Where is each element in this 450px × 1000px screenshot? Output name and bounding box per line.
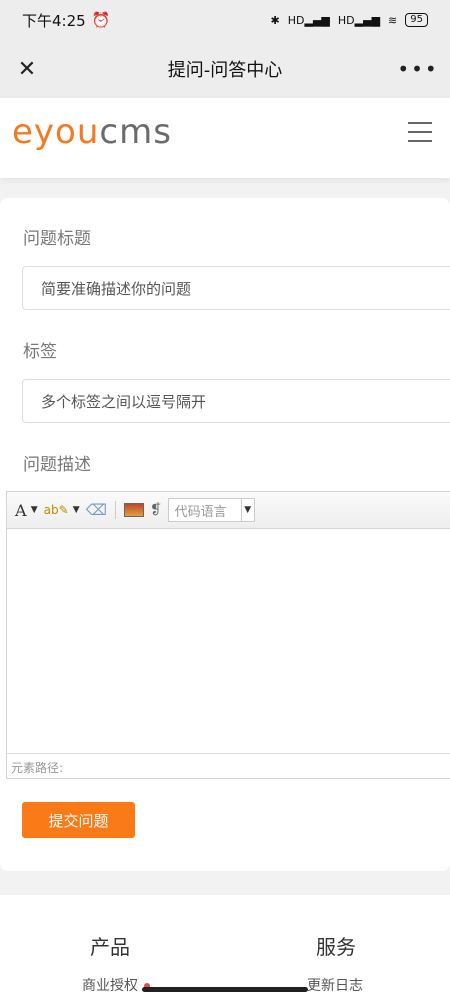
status-time: 下午4:25 <box>22 11 86 30</box>
font-color-button[interactable]: A ▼ <box>15 501 38 520</box>
page-title: 提问-问答中心 <box>167 60 283 81</box>
code-language-select[interactable]: 代码语言 ▼ <box>167 498 255 522</box>
wifi-icon: ≋ <box>388 13 398 27</box>
element-path-label: 元素路径: <box>11 760 64 775</box>
submit-question-button[interactable]: 提交问题 <box>22 802 135 838</box>
signal-icon: HD▂▄▆ <box>287 13 330 27</box>
description-label: 问题描述 <box>23 455 91 475</box>
rich-text-editor: A ▼ ab✎ ▼ ⌫ ❡ 代码语言 ▼ 元素路径: <box>6 491 450 779</box>
editor-toolbar: A ▼ ab✎ ▼ ⌫ ❡ 代码语言 ▼ <box>7 492 450 529</box>
logo-part-cms: cms <box>99 112 172 152</box>
site-header: eyoucms <box>0 98 450 178</box>
alarm-icon: ⏰ <box>91 11 111 29</box>
bluetooth-icon: ✱ <box>270 13 280 27</box>
chevron-down-icon: ▼ <box>240 499 254 521</box>
tags-label: 标签 <box>23 342 57 362</box>
highlight-button[interactable]: ab✎ ▼ <box>44 503 80 518</box>
logo[interactable]: eyoucms <box>12 112 172 152</box>
status-right: ✱ HD▂▄▆ HD▂▄▆ ≋ 95 <box>271 13 428 27</box>
title-bar: ✕ 提问-问答中心 ••• <box>0 40 450 98</box>
footer-link-changelog[interactable]: 更新日志 <box>307 975 363 995</box>
code-language-value: 代码语言 <box>174 504 227 520</box>
status-bar: 下午4:25 ⏰ ✱ HD▂▄▆ HD▂▄▆ ≋ 95 <box>0 0 450 40</box>
site-footer: 产品 商业授权 服务 更新日志 <box>0 895 450 1000</box>
footer-products-title: 产品 <box>90 935 130 959</box>
status-left: 下午4:25 ⏰ <box>22 10 110 31</box>
home-indicator <box>142 987 308 992</box>
title-label: 问题标题 <box>23 229 91 249</box>
menu-icon[interactable] <box>408 122 432 142</box>
eraser-icon[interactable]: ⌫ <box>86 501 107 519</box>
toolbar-separator <box>114 501 116 519</box>
editor-content-area[interactable] <box>7 529 450 753</box>
logo-part-eyou: eyou <box>12 112 100 152</box>
element-path-bar: 元素路径: <box>7 753 450 780</box>
tags-input[interactable]: 多个标签之间以逗号隔开 <box>22 379 450 423</box>
close-icon[interactable]: ✕ <box>12 54 42 84</box>
footer-services-title: 服务 <box>316 935 356 959</box>
signal-icon-2: HD▂▄▆ <box>337 13 381 27</box>
image-icon[interactable] <box>123 503 144 517</box>
battery-icon: 95 <box>405 13 428 27</box>
more-icon[interactable]: ••• <box>397 54 436 84</box>
footer-link-commercial[interactable]: 商业授权 <box>82 975 150 995</box>
code-icon[interactable]: ❡ <box>150 502 162 518</box>
title-input[interactable]: 简要准确描述你的问题 <box>22 266 450 310</box>
